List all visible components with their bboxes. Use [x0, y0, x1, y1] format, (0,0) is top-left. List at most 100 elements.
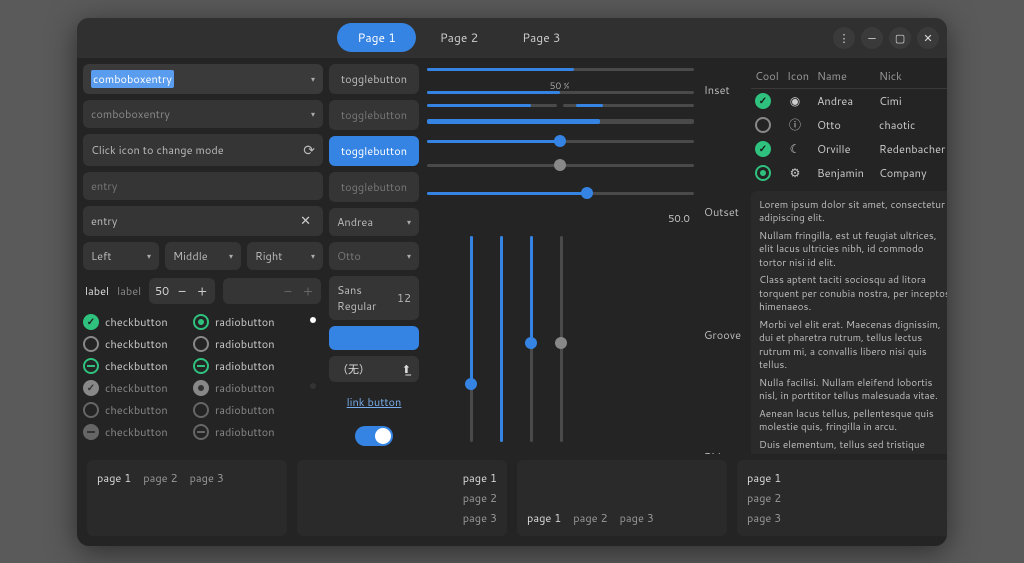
nb-tab[interactable]: page 2	[573, 510, 607, 526]
spin-minus[interactable]: −	[175, 281, 189, 301]
nb-tab[interactable]: page 2	[143, 470, 177, 486]
spin-plus[interactable]: +	[301, 281, 315, 301]
h-slider-1[interactable]	[427, 134, 694, 148]
dropdown-middle[interactable]: Middle▾	[165, 242, 241, 270]
spin-plus[interactable]: +	[195, 281, 209, 301]
checkbox-icon	[83, 380, 99, 396]
spin-button-1[interactable]: 50 − +	[149, 278, 215, 304]
checkbox-icon[interactable]	[755, 93, 771, 109]
mid-column: togglebutton togglebutton togglebutton t…	[329, 64, 419, 454]
table-row[interactable]: ☾ Orville Redenbacher	[751, 137, 947, 161]
entry-filled[interactable]: entry ✕	[83, 206, 323, 236]
checkbox-icon[interactable]	[83, 358, 99, 374]
frame-outset: Outset	[704, 204, 741, 220]
v-slider-3[interactable]	[525, 236, 537, 442]
nb-tab[interactable]: page 3	[620, 510, 654, 526]
notebook-4: page 1 page 2 page 3	[737, 460, 947, 536]
col-name[interactable]: Name	[817, 68, 877, 84]
col-cool[interactable]: Cool	[755, 68, 785, 84]
nb-tab[interactable]: page 1	[463, 470, 497, 486]
minimize-button[interactable]: —	[861, 27, 883, 49]
chevron-down-icon: ▾	[311, 250, 315, 262]
close-button[interactable]: ✕	[917, 27, 939, 49]
chevron-down-icon: ▾	[407, 216, 411, 228]
clear-icon[interactable]: ✕	[296, 212, 315, 230]
v-slider-2[interactable]	[495, 236, 507, 442]
combobox-entry-1[interactable]: comboboxentry ▾	[83, 64, 323, 94]
tab-page-3[interactable]: Page 3	[502, 23, 580, 52]
table-row[interactable]: ⚙ Benjamin Company	[751, 161, 947, 185]
chevron-down-icon: ▾	[407, 250, 411, 262]
checkbox-icon	[83, 402, 99, 418]
color-button[interactable]	[329, 326, 419, 350]
link-button[interactable]: link button	[329, 388, 419, 416]
switch-on[interactable]	[355, 426, 393, 446]
slider-thumb[interactable]	[581, 187, 593, 199]
radio-icon	[193, 424, 209, 440]
chevron-down-icon: ▾	[311, 108, 315, 120]
checkbox-icon[interactable]	[83, 336, 99, 352]
spin-minus[interactable]: −	[281, 281, 295, 301]
tab-page-1[interactable]: Page 1	[337, 23, 415, 52]
kebab-icon: ⋮	[839, 30, 850, 46]
chevron-down-icon: ▾	[147, 250, 151, 262]
data-table: Cool Icon Name Nick ◉ Andrea Cimi ⓘ Otto…	[751, 64, 947, 185]
entry-placeholder-text: entry	[91, 178, 117, 194]
maximize-button[interactable]: ▢	[889, 27, 911, 49]
close-icon: ✕	[923, 30, 932, 46]
radio-solo[interactable]	[303, 317, 323, 323]
radio-icon[interactable]	[193, 358, 209, 374]
frame-groove: Groove	[704, 327, 741, 343]
combobox-entry-2[interactable]: comboboxentry ▾	[83, 100, 323, 128]
v-slider-1[interactable]	[465, 236, 477, 442]
nb-tab[interactable]: page 3	[747, 510, 781, 526]
slider-thumb[interactable]	[554, 135, 566, 147]
settings-icon: ⚙	[787, 165, 803, 181]
combo-andrea[interactable]: Andrea▾	[329, 208, 419, 236]
checkbox-icon[interactable]	[755, 141, 771, 157]
frame-labels: Inset Outset Groove Ridge	[700, 64, 745, 454]
slider-thumb	[555, 337, 567, 349]
slider-value: 50.0	[427, 210, 694, 228]
col-nick[interactable]: Nick	[879, 68, 947, 84]
h-slider-3[interactable]	[427, 186, 694, 200]
toggle-button-1[interactable]: togglebutton	[329, 64, 419, 94]
progress-bar-2: 50 %	[427, 81, 694, 94]
toggle-button-3[interactable]: togglebutton	[329, 136, 419, 166]
toggle-button-2[interactable]: togglebutton	[329, 100, 419, 130]
nb-tab[interactable]: page 1	[747, 470, 781, 486]
checkbox-icon[interactable]	[83, 314, 99, 330]
dropdown-right[interactable]: Right▾	[247, 242, 323, 270]
font-button[interactable]: Sans Regular 12	[329, 276, 419, 320]
checkbox-icon[interactable]	[755, 117, 771, 133]
menu-button[interactable]: ⋮	[833, 27, 855, 49]
content-area: comboboxentry ▾ comboboxentry ▾ Click ic…	[77, 58, 947, 454]
mode-entry[interactable]: Click icon to change mode	[83, 134, 323, 166]
radio-icon[interactable]	[193, 336, 209, 352]
notebook-2: page 1 page 2 page 3	[297, 460, 507, 536]
nb-tab[interactable]: page 1	[527, 510, 561, 526]
info-icon: ⓘ	[787, 117, 803, 133]
progress-bar-3a	[427, 104, 557, 107]
checkbox-icon[interactable]	[755, 165, 771, 181]
slider-thumb[interactable]	[465, 378, 477, 390]
col-icon[interactable]: Icon	[787, 68, 815, 84]
nb-tab[interactable]: page 2	[747, 490, 781, 506]
nb-tab[interactable]: page 3	[190, 470, 224, 486]
table-row[interactable]: ⓘ Otto chaotic	[751, 113, 947, 137]
text-view[interactable]: Lorem ipsum dolor sit amet, consectetur …	[751, 191, 947, 454]
font-name: Sans Regular	[337, 282, 397, 314]
nb-tab[interactable]: page 2	[463, 490, 497, 506]
nb-tab[interactable]: page 1	[97, 470, 131, 486]
slider-thumb[interactable]	[525, 337, 537, 349]
spin-button-2[interactable]: − +	[223, 278, 321, 304]
refresh-icon[interactable]	[303, 140, 315, 160]
radio-icon[interactable]	[193, 314, 209, 330]
left-column: comboboxentry ▾ comboboxentry ▾ Click ic…	[83, 64, 323, 454]
dropdown-left[interactable]: Left▾	[83, 242, 159, 270]
tab-page-2[interactable]: Page 2	[420, 23, 498, 52]
file-chooser[interactable]: （无） ⬆̲	[329, 356, 419, 382]
table-row[interactable]: ◉ Andrea Cimi	[751, 89, 947, 113]
entry-placeholder[interactable]: entry	[83, 172, 323, 200]
nb-tab[interactable]: page 3	[463, 510, 497, 526]
